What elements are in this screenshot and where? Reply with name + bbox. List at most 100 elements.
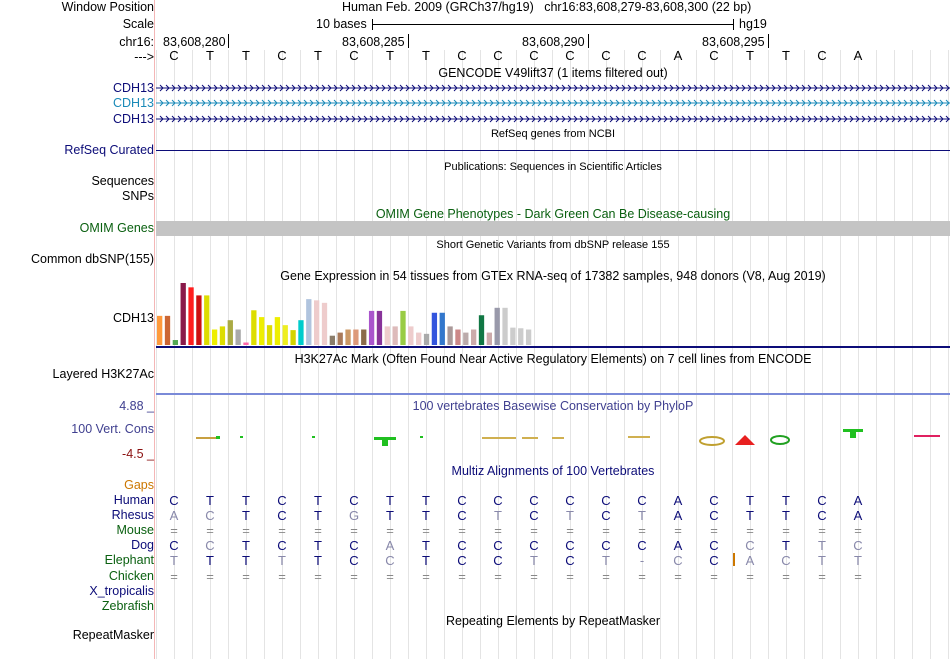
gtex-tissue-bar[interactable] [463,332,469,345]
multiz-base: C [349,553,359,569]
gtex-tissue-bar[interactable] [196,295,202,345]
gtex-tissue-bar[interactable] [447,326,453,345]
multiz-species-label[interactable]: Rhesus [112,508,154,523]
multiz-base: C [493,493,503,508]
gencode-item-label[interactable]: CDH13 [113,81,154,96]
multiz-base: C [709,508,719,524]
multiz-base: = [746,523,754,539]
gtex-tissue-bar[interactable] [392,326,398,345]
gtex-tissue-bar[interactable] [471,329,477,346]
multiz-species-label[interactable]: Zebrafish [102,599,154,614]
gtex-tissue-bar[interactable] [510,327,516,345]
multiz-base: = [530,523,538,539]
gencode-item-label[interactable]: CDH13 [113,96,154,111]
chrom-label: chr16: [119,35,154,49]
gencode-item-label[interactable]: CDH13 [113,112,154,127]
multiz-species-label[interactable]: Chicken [109,569,154,584]
gtex-tissue-bar[interactable] [431,312,438,345]
gtex-tissue-bar[interactable] [188,287,194,345]
gtex-tissue-bar[interactable] [525,329,532,346]
phylop-logo[interactable] [156,425,950,450]
gtex-tissue-bar[interactable] [518,328,524,345]
multiz-base: A [853,508,863,524]
gtex-tissue-bar[interactable] [243,342,249,345]
multiz-base: = [638,568,646,584]
gtex-tissue-bar[interactable] [439,312,445,345]
gtex-tissue-bar[interactable] [368,310,375,345]
scale-bar [372,24,734,25]
multiz-base: = [710,568,718,584]
multiz-base: C [565,538,575,554]
gtex-tissue-bar[interactable] [353,329,359,346]
gtex-tissue-bar[interactable] [204,295,210,345]
repeatmasker-title: Repeating Elements by RepeatMasker [445,614,660,628]
gtex-tissue-bar[interactable] [321,302,328,345]
repeatmasker-label[interactable]: RepeatMasker [73,628,154,643]
multiz-species-label[interactable]: X_tropicalis [89,584,154,599]
multiz-base: T [278,553,286,569]
phylop-ymin: -4.5 _ [122,447,154,461]
gtex-tissue-bar[interactable] [408,326,414,345]
multiz-base: C [529,508,539,524]
reference-base: C [529,48,539,63]
gencode-gene-features[interactable] [156,82,950,128]
multiz-base: C [529,493,539,508]
gtex-tissue-bar[interactable] [266,325,273,345]
gtex-tissue-bar[interactable] [400,310,406,345]
gtex-tissue-bar[interactable] [361,329,367,346]
phylop-ymax: 4.88 _ [119,399,154,413]
refseq-gene-line[interactable] [156,150,950,151]
dbsnp-label[interactable]: Common dbSNP(155) [31,252,154,267]
gtex-tissue-bar[interactable] [337,332,343,345]
gtex-tissue-bar[interactable] [306,299,312,345]
gtex-tissue-bar[interactable] [164,315,171,345]
multiz-base: A [853,493,863,508]
gtex-tissue-bar[interactable] [251,310,257,345]
gtex-tissue-bar[interactable] [282,325,288,345]
gtex-tissue-bar[interactable] [157,315,163,345]
gtex-tissue-bar[interactable] [376,310,383,345]
gtex-tissue-bar[interactable] [219,326,226,345]
gtex-tissue-bar[interactable] [235,329,241,346]
gtex-tissue-bar[interactable] [180,283,186,345]
genome-browser-image[interactable]: Window Position Scale chr16: ---> Human … [0,0,950,659]
gtex-tissue-bar[interactable] [290,330,296,345]
gtex-tissue-bar[interactable] [274,317,281,345]
multiz-base: = [710,523,718,539]
multiz-base: = [278,568,286,584]
refseq-label[interactable]: RefSeq Curated [64,143,154,158]
gtex-expression-bars[interactable] [156,283,536,346]
gtex-tissue-bar[interactable] [423,333,430,345]
gtex-tissue-bar[interactable] [384,326,390,345]
gtex-gene-label[interactable]: CDH13 [113,311,154,326]
publications-snps-label[interactable]: SNPs [122,189,154,204]
omim-feature-bar[interactable] [156,221,950,236]
multiz-gaps-label[interactable]: Gaps [124,478,154,493]
gtex-tissue-bar[interactable] [455,329,461,346]
gtex-tissue-bar[interactable] [502,307,508,345]
multiz-species-label[interactable]: Dog [131,538,154,553]
gtex-tissue-bar[interactable] [416,332,422,345]
phylop-label[interactable]: 100 Vert. Cons [71,422,154,437]
omim-label[interactable]: OMIM Genes [80,221,154,236]
gtex-tissue-bar[interactable] [329,335,335,345]
gtex-tissue-bar[interactable] [345,329,351,346]
multiz-base: C [745,538,755,554]
h3k27ac-label[interactable]: Layered H3K27Ac [53,367,154,382]
h3k27ac-signal[interactable] [156,393,950,395]
multiz-base: T [386,493,394,508]
gtex-tissue-bar[interactable] [211,329,218,346]
gtex-tissue-bar[interactable] [259,317,265,345]
multiz-species-label[interactable]: Elephant [105,553,154,568]
gtex-tissue-bar[interactable] [227,320,233,345]
gtex-tissue-bar[interactable] [298,320,304,345]
publications-sequences-label[interactable]: Sequences [91,174,154,189]
gtex-tissue-bar[interactable] [172,340,178,345]
gtex-tissue-bar[interactable] [486,332,492,345]
gtex-tissue-bar[interactable] [478,315,485,345]
multiz-species-label[interactable]: Human [114,493,154,508]
gtex-tissue-bar[interactable] [494,307,500,345]
gtex-tissue-bar[interactable] [314,300,320,345]
coord-tick [768,34,769,48]
multiz-species-label[interactable]: Mouse [116,523,154,538]
